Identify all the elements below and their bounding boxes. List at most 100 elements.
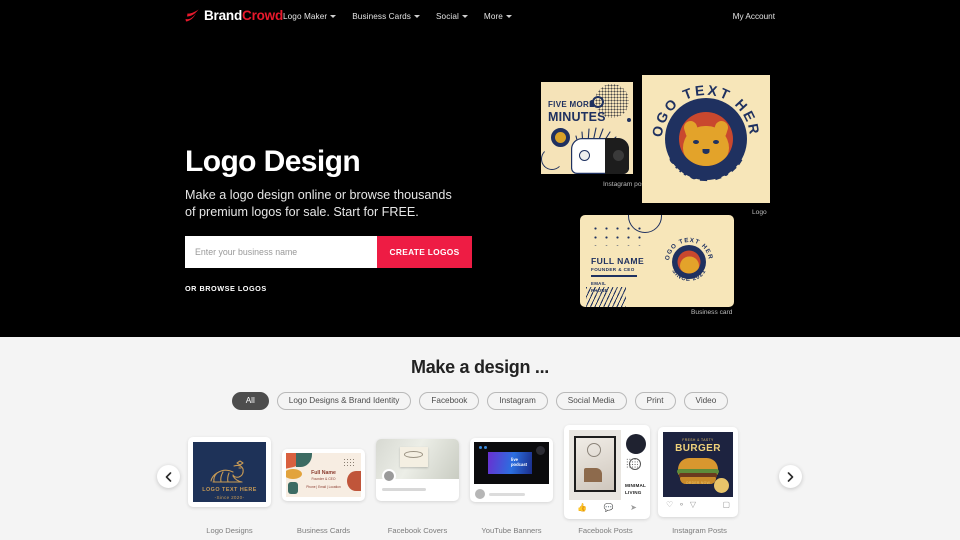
carousel-card-facebook-covers[interactable]: Facebook Covers [376, 425, 459, 535]
carousel-card-facebook-posts[interactable]: MINIMAL LIVING 👍 💬 ➤ Facebook Posts [564, 425, 650, 535]
filter-pill-social-media[interactable]: Social Media [555, 392, 627, 411]
carousel-card-instagram-posts[interactable]: FRESH & TASTY BURGER ORDER NOW ♡ ⚬ ▽ ▢ I… [658, 425, 741, 535]
carousel-next-button[interactable] [779, 465, 802, 489]
showcase-caption-instagram-post: Instagram post [603, 181, 647, 188]
filter-pill-all[interactable]: All [231, 392, 269, 411]
showcase-instagram-post[interactable]: FIVE MORE MINUTES [541, 82, 633, 174]
chair-decoration [584, 468, 602, 483]
filter-pill-video[interactable]: Video [683, 392, 729, 411]
brandcrowd-logo[interactable]: BrandCrowd [185, 7, 283, 25]
showcase-bc-role: FOUNDER & CEO [591, 267, 635, 272]
cable-decoration [541, 148, 563, 170]
bookmark-icon[interactable]: ▢ [722, 500, 730, 509]
post-text-panel: MINIMAL LIVING [621, 430, 647, 501]
mirror-decoration [587, 443, 601, 458]
dot-grid-decoration [343, 458, 355, 468]
chevron-left-icon [165, 471, 172, 482]
instagram-post-actions: ♡ ⚬ ▽ ▢ [663, 497, 733, 511]
showcase-logo[interactable]: LOGO TEXT HERE SINCE 2021 [642, 75, 770, 203]
heart-icon[interactable]: ♡ [666, 500, 673, 509]
business-name-input[interactable] [185, 236, 377, 269]
logo-designs-artwork: LOGO TEXT HERE -Since 2020- [193, 442, 266, 503]
avatar [382, 469, 396, 484]
nav-links: Logo Maker Business Cards Social More [283, 0, 512, 32]
tiger-eye-right [713, 140, 719, 144]
tiger-eye-left [693, 140, 699, 144]
headphones-icon [590, 96, 604, 108]
like-icon[interactable]: 👍 [577, 503, 587, 512]
interior-photo [569, 430, 621, 501]
youtube-banners-thumbnail [470, 438, 553, 503]
play-button-icon [536, 446, 545, 456]
nav-item-logo-maker[interactable]: Logo Maker [283, 11, 337, 21]
bc-tiger-illustration [679, 256, 699, 274]
showcase-caption-business-card: Business card [691, 309, 733, 316]
chevron-down-icon [461, 15, 468, 18]
placeholder-bar [489, 493, 525, 497]
hero-subtitle: Make a logo design online or browse thou… [185, 187, 452, 220]
facebook-post-actions: 👍 💬 ➤ [569, 500, 645, 514]
nav-item-social-label: Social [436, 11, 459, 21]
share-icon[interactable]: ➤ [630, 503, 637, 512]
hero-copy: Logo Design Make a logo design online or… [185, 146, 485, 293]
carousel-card-youtube-banners[interactable]: YouTube Banners [470, 425, 553, 535]
shape-decoration [296, 453, 312, 468]
facebook-covers-thumbnail [376, 439, 459, 502]
circular-logo-badge [714, 478, 729, 494]
facebook-posts-thumbnail: MINIMAL LIVING 👍 💬 ➤ [564, 425, 650, 520]
controller-left-stick [579, 150, 590, 161]
facebook-post-line1: MINIMAL [625, 483, 647, 489]
nav-item-business-cards[interactable]: Business Cards [352, 12, 420, 21]
hero-section: BrandCrowd Logo Maker Business Cards Soc… [0, 0, 960, 337]
page-root: BrandCrowd Logo Maker Business Cards Soc… [0, 0, 960, 540]
business-cards-contact: Phone | Email | Location [306, 485, 341, 490]
section-title: Make a design ... [411, 357, 549, 377]
griffin-illustration [209, 460, 244, 483]
filter-pill-facebook[interactable]: Facebook [419, 392, 480, 411]
logo-designs-thumbnail: LOGO TEXT HERE -Since 2020- [188, 437, 271, 508]
carousel-label-logo-designs: Logo Designs [206, 526, 253, 536]
carousel-label-facebook-posts: Facebook Posts [578, 526, 633, 536]
or-browse-logos-link[interactable]: OR BROWSE LOGOS [185, 284, 485, 293]
carousel-track: LOGO TEXT HERE -Since 2020- Logo Designs [188, 425, 741, 535]
carousel-prev-button[interactable] [157, 465, 180, 489]
carousel-card-logo-designs[interactable]: LOGO TEXT HERE -Since 2020- Logo Designs [188, 425, 271, 535]
hatch-decoration [586, 287, 626, 307]
comment-icon[interactable]: ⚬ [678, 500, 685, 509]
filter-pill-logo-designs-brand-identity[interactable]: Logo Designs & Brand Identity [276, 392, 412, 411]
comment-icon[interactable]: 💬 [604, 503, 614, 512]
cover-note-card [400, 447, 428, 468]
nav-item-more-label: More [483, 11, 503, 21]
filter-pill-instagram[interactable]: Instagram [487, 392, 548, 411]
hero-showcase: FIVE MORE MINUTES Instagram post OGO TEX… [520, 60, 820, 325]
circular-logo-badge [551, 128, 570, 147]
nav-item-business-cards-label: Business Cards [352, 11, 411, 21]
nav-item-social[interactable]: Social [436, 12, 468, 21]
create-logos-button[interactable]: CREATE LOGOS [377, 236, 472, 269]
filter-pill-print[interactable]: Print [634, 392, 676, 411]
design-filter-pills: All Logo Designs & Brand Identity Facebo… [0, 392, 960, 411]
carousel-label-business-cards: Business Cards [296, 526, 351, 536]
my-account-link[interactable]: My Account [733, 0, 775, 32]
business-cards-name: Full Name [311, 470, 336, 477]
circle-decoration [629, 458, 641, 471]
divider [591, 275, 637, 277]
brand-word-second: Crowd [242, 8, 284, 24]
logo-inner-circle [679, 112, 733, 166]
showcase-business-card[interactable]: FULL NAME FOUNDER & CEO EMAIL PHONE LOGO… [580, 215, 734, 307]
youtube-banner-artwork [474, 442, 549, 485]
brand-wordmark: BrandCrowd [204, 9, 283, 23]
carousel-card-business-cards[interactable]: Full Name Founder & CEO Phone | Email | … [282, 425, 365, 535]
dot-grid-decoration [590, 224, 646, 246]
send-icon[interactable]: ▽ [690, 500, 696, 509]
facebook-post-line2: LIVING [625, 490, 642, 496]
business-card-logo: LOGO TEXT HERE SINCE 2021 [662, 235, 716, 289]
business-cards-thumbnail: Full Name Founder & CEO Phone | Email | … [282, 449, 365, 502]
carousel-label-instagram-posts: Instagram Posts [672, 526, 727, 536]
chevron-right-icon [787, 471, 794, 482]
tiger-illustration [683, 126, 729, 166]
nav-item-logo-maker-label: Logo Maker [283, 11, 328, 21]
game-controller-illustration [571, 138, 629, 174]
chevron-down-icon [414, 15, 420, 18]
nav-item-more[interactable]: More [484, 12, 512, 21]
